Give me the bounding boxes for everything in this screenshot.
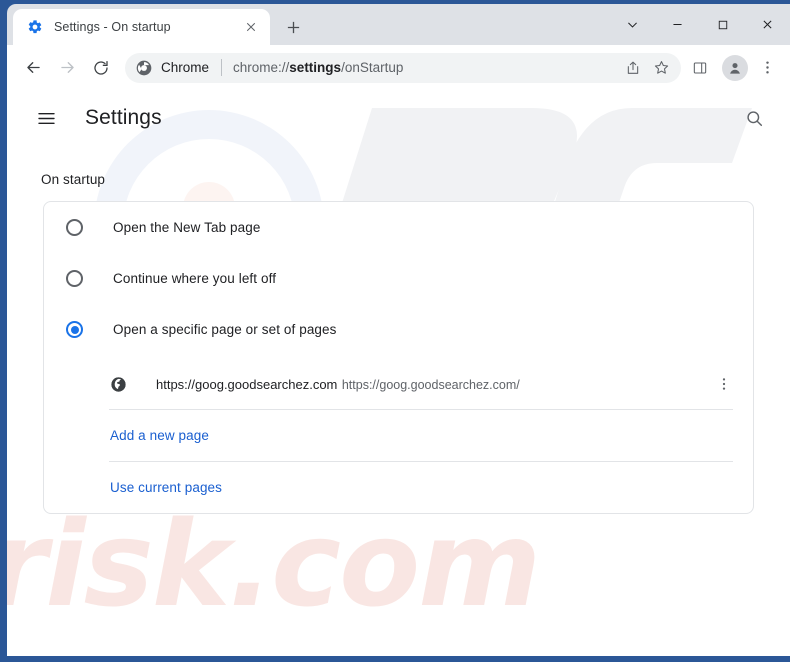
globe-icon — [109, 375, 127, 393]
new-tab-button[interactable] — [279, 13, 307, 41]
chevron-down-icon[interactable] — [610, 4, 655, 45]
startup-pages-list: https://goog.goodsearchez.com https://go… — [44, 355, 753, 409]
settings-page: risk.com Settings On startup Open the Ne… — [7, 90, 790, 656]
watermark-text: risk.com — [7, 495, 541, 633]
startup-option-specific-pages[interactable]: Open a specific page or set of pages — [44, 304, 753, 355]
profile-avatar-icon[interactable] — [722, 54, 748, 81]
startup-option-continue[interactable]: Continue where you left off — [44, 253, 753, 304]
browser-tab-settings[interactable]: Settings - On startup — [13, 9, 270, 45]
url-prefix: chrome:// — [233, 60, 290, 75]
search-icon[interactable] — [740, 104, 768, 132]
forward-arrow-icon — [51, 52, 83, 84]
address-bar[interactable]: Chrome chrome://settings/onStartup — [125, 52, 681, 83]
section-title: On startup — [41, 172, 106, 187]
add-new-page-row[interactable]: Add a new page — [44, 410, 753, 461]
reload-icon[interactable] — [85, 52, 117, 84]
three-dot-menu-icon[interactable] — [710, 370, 738, 398]
startup-option-label: Continue where you left off — [113, 271, 277, 286]
tab-strip: Settings - On startup — [7, 4, 790, 45]
use-current-pages-row[interactable]: Use current pages — [44, 462, 753, 513]
url-bold-segment: settings — [289, 60, 342, 75]
startup-page-url: https://goog.goodsearchez.com/ — [341, 377, 520, 392]
omnibox-url-text: chrome://settings/onStartup — [233, 60, 619, 75]
startup-option-label: Open a specific page or set of pages — [113, 322, 337, 337]
chrome-logo-icon — [136, 60, 152, 76]
hamburger-menu-icon[interactable] — [33, 105, 59, 131]
close-icon[interactable] — [242, 18, 260, 36]
browser-window: Settings - On startup Chrome chrome://se… — [0, 0, 790, 662]
startup-page-texts: https://goog.goodsearchez.com https://go… — [156, 375, 710, 394]
omnibox-divider — [221, 59, 223, 76]
radio-button[interactable] — [66, 219, 83, 236]
startup-page-row[interactable]: https://goog.goodsearchez.com https://go… — [44, 359, 753, 409]
omnibox-chip-label: Chrome — [161, 60, 210, 75]
startup-option-label: Open the New Tab page — [113, 220, 261, 235]
star-icon[interactable] — [647, 54, 675, 82]
startup-page-title: https://goog.goodsearchez.com — [156, 376, 338, 392]
close-window-icon[interactable] — [745, 4, 790, 45]
radio-button-selected[interactable] — [66, 321, 83, 338]
side-panel-icon[interactable] — [685, 53, 715, 83]
use-current-pages-link[interactable]: Use current pages — [110, 480, 222, 495]
add-new-page-link[interactable]: Add a new page — [110, 428, 209, 443]
minimize-icon[interactable] — [655, 4, 700, 45]
three-dot-menu-icon[interactable] — [752, 53, 782, 83]
settings-header: Settings — [7, 90, 790, 146]
page-title: Settings — [85, 106, 162, 129]
share-icon[interactable] — [619, 54, 647, 82]
maximize-icon[interactable] — [700, 4, 745, 45]
radio-button[interactable] — [66, 270, 83, 287]
url-suffix: /onStartup — [341, 60, 404, 75]
settings-gear-icon — [27, 19, 43, 35]
startup-option-new-tab[interactable]: Open the New Tab page — [44, 202, 753, 253]
browser-toolbar: Chrome chrome://settings/onStartup — [7, 45, 790, 90]
window-controls — [610, 4, 790, 45]
back-arrow-icon[interactable] — [17, 52, 49, 84]
tab-title: Settings - On startup — [54, 20, 171, 34]
on-startup-card: Open the New Tab page Continue where you… — [43, 201, 754, 514]
